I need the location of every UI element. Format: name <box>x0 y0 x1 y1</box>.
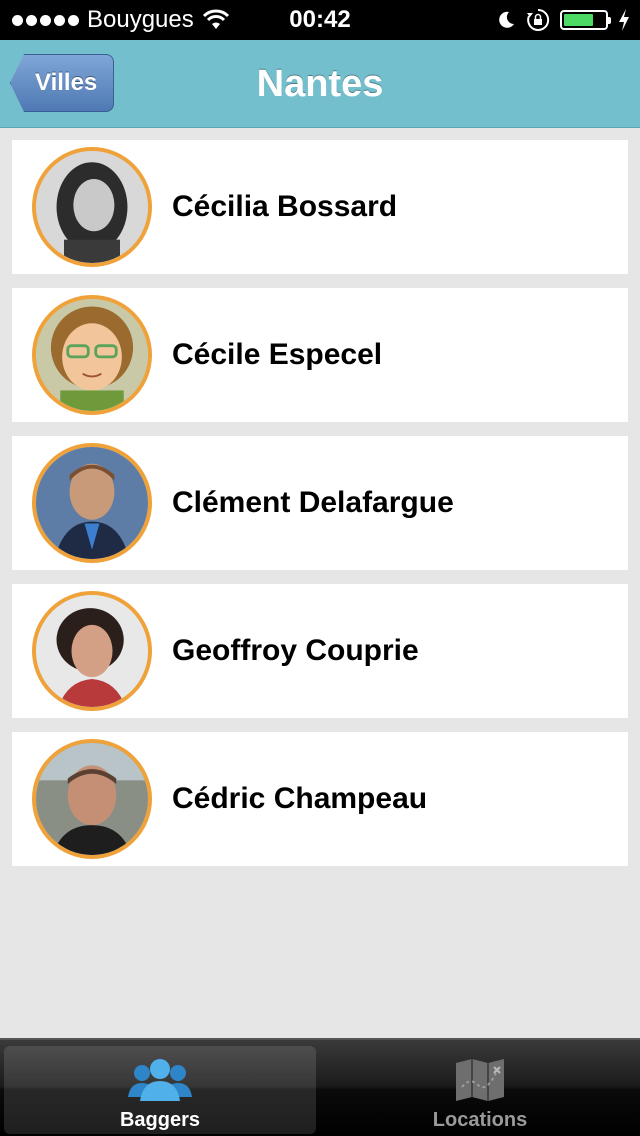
page-title: Nantes <box>256 63 384 105</box>
charging-icon <box>619 9 629 31</box>
avatar-photo <box>36 299 148 411</box>
battery-icon <box>560 10 611 30</box>
avatar <box>32 739 152 859</box>
tab-baggers[interactable]: Baggers <box>4 1046 316 1134</box>
tab-label: Baggers <box>119 1109 201 1131</box>
list-item[interactable]: Cécilia Bossard <box>12 140 628 274</box>
list-item[interactable]: Cédric Champeau <box>12 732 628 866</box>
tab-label: Locations <box>432 1109 528 1131</box>
person-name: Cécilia Bossard <box>172 190 398 223</box>
tab-locations[interactable]: Locations <box>324 1046 636 1134</box>
avatar-photo <box>36 743 148 855</box>
people-list: Cécilia Bossard Cécile Especel Clément D… <box>12 140 628 880</box>
person-name: Clément Delafargue <box>172 486 454 519</box>
avatar <box>32 591 152 711</box>
battery-level <box>564 14 593 26</box>
list-item[interactable]: Clément Delafargue <box>12 436 628 570</box>
list-item[interactable]: Geoffroy Couprie <box>12 584 628 718</box>
rotation-lock-icon <box>527 8 550 31</box>
avatar-photo <box>36 595 148 707</box>
tab-bar: Baggers Locations <box>0 1038 640 1136</box>
status-bar: Bouygues 00:42 <box>0 0 640 40</box>
do-not-disturb-icon <box>499 11 514 28</box>
person-name: Cédric Champeau <box>172 782 428 815</box>
avatar-photo <box>36 151 148 263</box>
person-name: Cécile Especel <box>172 338 383 371</box>
map-icon <box>456 1059 504 1101</box>
avatar <box>32 443 152 563</box>
avatar <box>32 147 152 267</box>
person-name: Geoffroy Couprie <box>172 634 419 667</box>
people-icon <box>128 1059 192 1101</box>
status-right <box>496 0 630 40</box>
avatar-photo <box>36 447 148 559</box>
navigation-bar: Villes Nantes <box>0 40 640 128</box>
avatar <box>32 295 152 415</box>
list-item[interactable]: Cécile Especel <box>12 288 628 422</box>
